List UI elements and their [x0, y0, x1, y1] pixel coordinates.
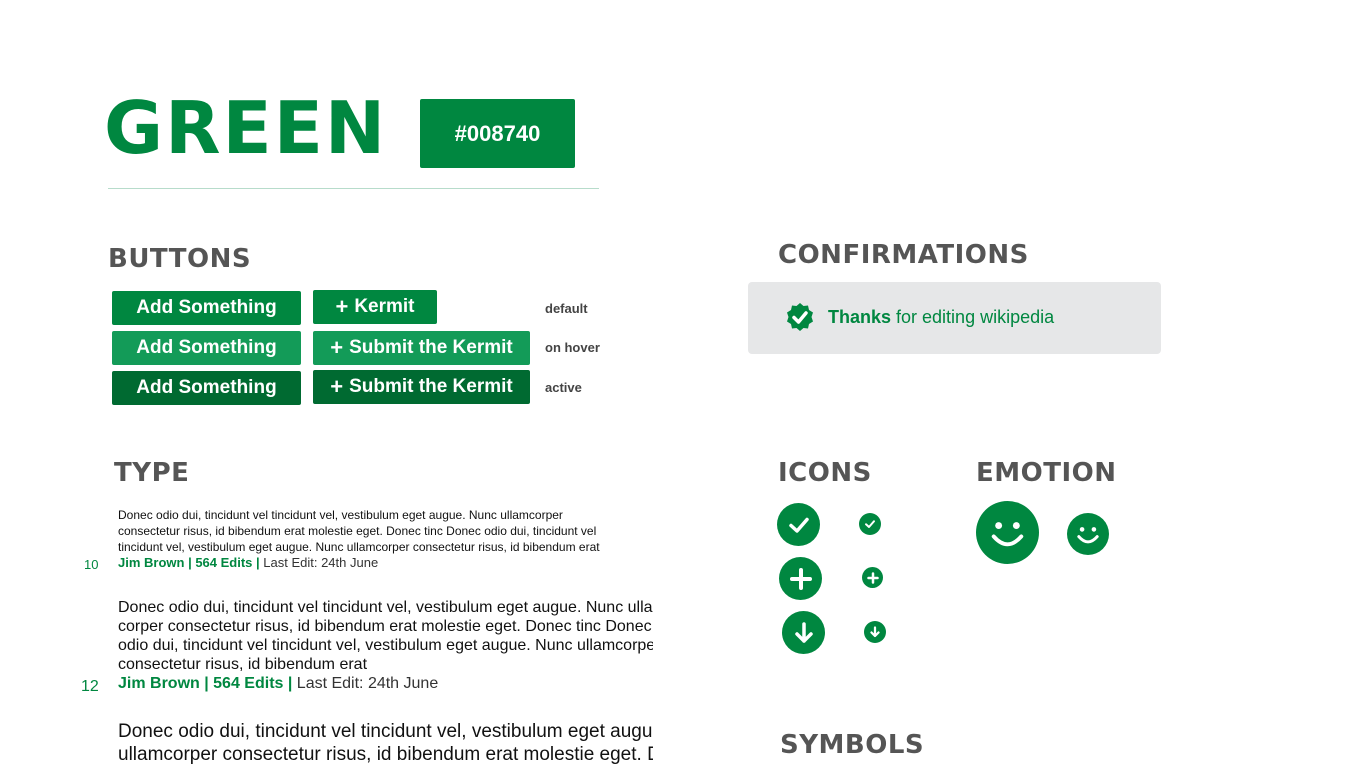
- font-size-label-10: 10: [84, 557, 99, 572]
- confirmations-heading: CONFIRMATIONS: [778, 240, 1029, 270]
- submit-kermit-button-active[interactable]: + Submit the Kermit: [313, 370, 530, 404]
- smiley-icon: [976, 501, 1039, 564]
- font-size-label-12: 12: [81, 678, 99, 695]
- divider: [108, 188, 599, 189]
- add-something-button-hover[interactable]: Add Something: [112, 331, 301, 365]
- icons-heading: ICONS: [778, 458, 872, 488]
- add-something-button-default[interactable]: Add Something: [112, 291, 301, 325]
- type-sample-12: Donec odio dui, tincidunt vel tincidunt …: [118, 599, 653, 673]
- arrow-down-icon: [782, 611, 825, 654]
- type-sample-10: Donec odio dui, tincidunt vel tincidunt …: [118, 508, 600, 554]
- color-name-title: GREEN: [104, 86, 388, 170]
- emotion-heading: EMOTION: [976, 458, 1117, 488]
- plus-icon: [779, 557, 822, 600]
- button-label: Submit the Kermit: [349, 337, 513, 358]
- button-label: Submit the Kermit: [349, 376, 513, 397]
- state-label-active: active: [545, 380, 582, 395]
- state-label-default: default: [545, 301, 588, 316]
- kermit-button-default[interactable]: + Kermit: [313, 290, 437, 324]
- button-label: Kermit: [354, 296, 415, 317]
- submit-kermit-button-hover[interactable]: + Submit the Kermit: [313, 331, 530, 365]
- plus-icon: +: [330, 374, 344, 399]
- smiley-icon-small: [1067, 513, 1109, 555]
- plus-icon: +: [330, 335, 344, 360]
- add-something-button-active[interactable]: Add Something: [112, 371, 301, 405]
- hex-swatch: #008740: [420, 99, 575, 168]
- check-icon-small: [859, 513, 881, 535]
- byline-10: Jim Brown | 564 Edits | Last Edit: 24th …: [118, 555, 379, 570]
- check-icon: [777, 503, 820, 546]
- arrow-down-icon-small: [864, 621, 886, 643]
- buttons-heading: BUTTONS: [108, 244, 252, 274]
- state-label-hover: on hover: [545, 340, 600, 355]
- type-sample-large: Donec odio dui, tincidunt vel tincidunt …: [118, 721, 653, 765]
- plus-icon: +: [335, 294, 349, 319]
- byline-12: Jim Brown | 564 Edits | Last Edit: 24th …: [118, 675, 439, 692]
- badge-check-icon: [784, 302, 816, 334]
- plus-icon-small: [862, 567, 883, 588]
- symbols-heading: SYMBOLS: [780, 730, 925, 760]
- confirmation-message: Thanks for editing wikipedia: [828, 307, 1055, 327]
- type-heading: TYPE: [114, 458, 190, 488]
